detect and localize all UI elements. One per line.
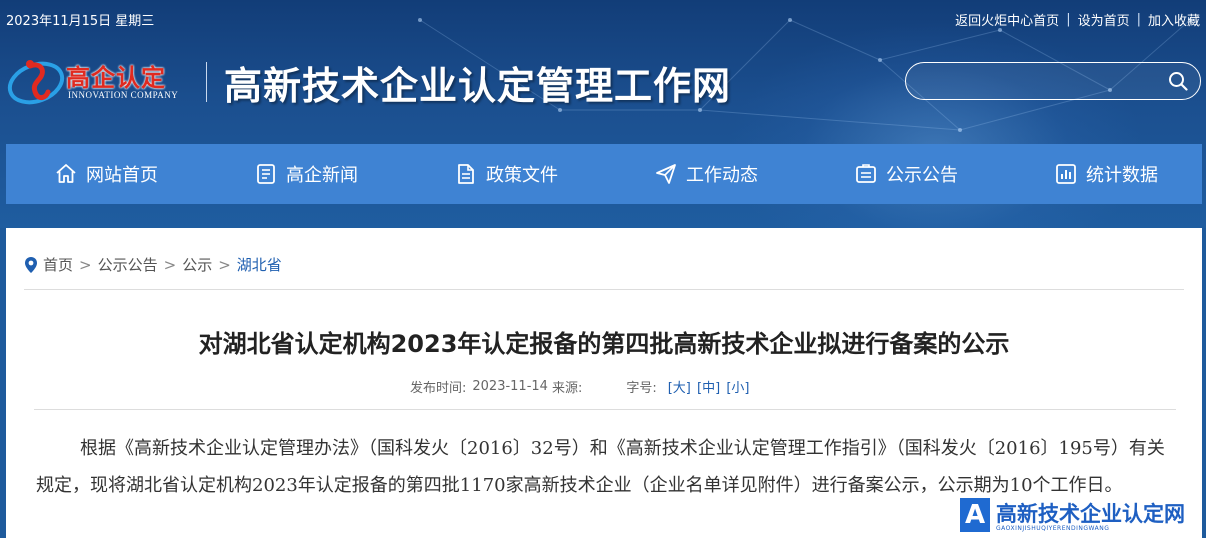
font-size-medium[interactable]: [中]: [697, 381, 720, 396]
logo-subtitle: INNOVATION COMPANY: [68, 90, 179, 100]
font-size-controls: [大] [中] [小]: [667, 377, 751, 396]
home-icon: [56, 164, 76, 183]
logo-divider: [206, 62, 207, 102]
top-bar: 2023年11月15日 星期三 返回火炬中心首页 | 设为首页 | 加入收藏: [0, 0, 1206, 36]
breadcrumb-separator: >: [163, 255, 177, 274]
source-label: 来源:: [551, 381, 583, 396]
current-date: 2023年11月15日 星期三: [6, 14, 155, 29]
location-pin-icon: [25, 256, 37, 273]
breadcrumb-separator: >: [218, 255, 231, 274]
top-links: 返回火炬中心首页 | 设为首页 | 加入收藏: [955, 10, 1200, 29]
main-nav: 网站首页 高企新闻 政策文件 工作动态 公示公告 统计数据: [6, 144, 1202, 204]
nav-item-label: 网站首页: [86, 165, 158, 186]
site-logo[interactable]: 高企认定 INNOVATION COMPANY: [6, 52, 202, 110]
notice-icon: [856, 164, 876, 183]
breadcrumb-divider: [24, 289, 1184, 290]
nav-item-label: 政策文件: [486, 165, 558, 186]
site-header: 2023年11月15日 星期三 返回火炬中心首页 | 设为首页 | 加入收藏 高…: [0, 0, 1206, 228]
set-homepage-link[interactable]: 设为首页: [1078, 10, 1130, 29]
separator: |: [1136, 12, 1141, 27]
logo-emblem-icon: [7, 60, 65, 105]
nav-item-label: 公示公告: [886, 165, 958, 186]
breadcrumb-notices[interactable]: 公示公告: [98, 254, 158, 275]
nav-item-policy[interactable]: 政策文件: [454, 144, 558, 204]
article-body: 根据《高新技术企业认定管理办法》（国科发火〔2016〕32号）和《高新技术企业认…: [36, 438, 1165, 496]
meta-divider: [34, 409, 1176, 410]
search-input[interactable]: [922, 69, 1166, 95]
search-icon[interactable]: [1168, 71, 1188, 91]
nav-item-news[interactable]: 高企新闻: [254, 144, 358, 204]
nav-item-label: 工作动态: [686, 165, 758, 186]
logo-text: 高企认定: [66, 64, 166, 92]
watermark-subtitle: GAOXINJISHUQIYERENDINGWANG: [996, 525, 1110, 532]
nav-item-statistics[interactable]: 统计数据: [1054, 144, 1158, 204]
publish-label: 发布时间:: [410, 381, 467, 396]
nav-item-home[interactable]: 网站首页: [54, 144, 158, 204]
breadcrumb-publicity[interactable]: 公示: [182, 254, 212, 275]
nav-item-notices[interactable]: 公示公告: [854, 144, 958, 204]
search-box: [905, 62, 1201, 100]
font-size-large[interactable]: [大]: [668, 381, 691, 396]
breadcrumb-separator: >: [79, 255, 92, 274]
main-content: 首页 > 公示公告 > 公示 > 湖北省 对湖北省认定机构2023年认定报备的第…: [6, 228, 1202, 538]
font-size-small[interactable]: [小]: [726, 381, 749, 396]
article-title: 对湖北省认定机构2023年认定报备的第四批高新技术企业拟进行备案的公示: [198, 330, 1010, 358]
article-meta: 发布时间: 2023-11-14 来源: 字号: [大] [中] [小]: [410, 377, 750, 396]
chart-icon: [1056, 164, 1076, 184]
watermark: A 高新技术企业认定网 GAOXINJISHUQIYERENDINGWANG: [956, 494, 1206, 538]
watermark-title: 高新技术企业认定网: [996, 502, 1185, 526]
document-icon: [458, 164, 474, 184]
breadcrumb-hubei[interactable]: 湖北省: [237, 254, 282, 275]
watermark-logo-icon: A: [960, 498, 990, 532]
send-icon: [656, 164, 676, 184]
site-title: 高新技术企业认定管理工作网: [224, 63, 732, 108]
news-icon: [257, 164, 275, 184]
nav-item-work-updates[interactable]: 工作动态: [654, 144, 758, 204]
nav-item-label: 高企新闻: [286, 165, 358, 186]
separator: |: [1066, 12, 1071, 27]
add-favorite-link[interactable]: 加入收藏: [1148, 10, 1200, 29]
back-to-torch-center-link[interactable]: 返回火炬中心首页: [955, 10, 1059, 29]
breadcrumb-home[interactable]: 首页: [43, 254, 73, 275]
breadcrumb: 首页 > 公示公告 > 公示 > 湖北省: [24, 254, 282, 275]
nav-item-label: 统计数据: [1086, 165, 1158, 186]
font-size-label: 字号:: [626, 381, 657, 396]
publish-date: 2023-11-14: [472, 379, 548, 394]
